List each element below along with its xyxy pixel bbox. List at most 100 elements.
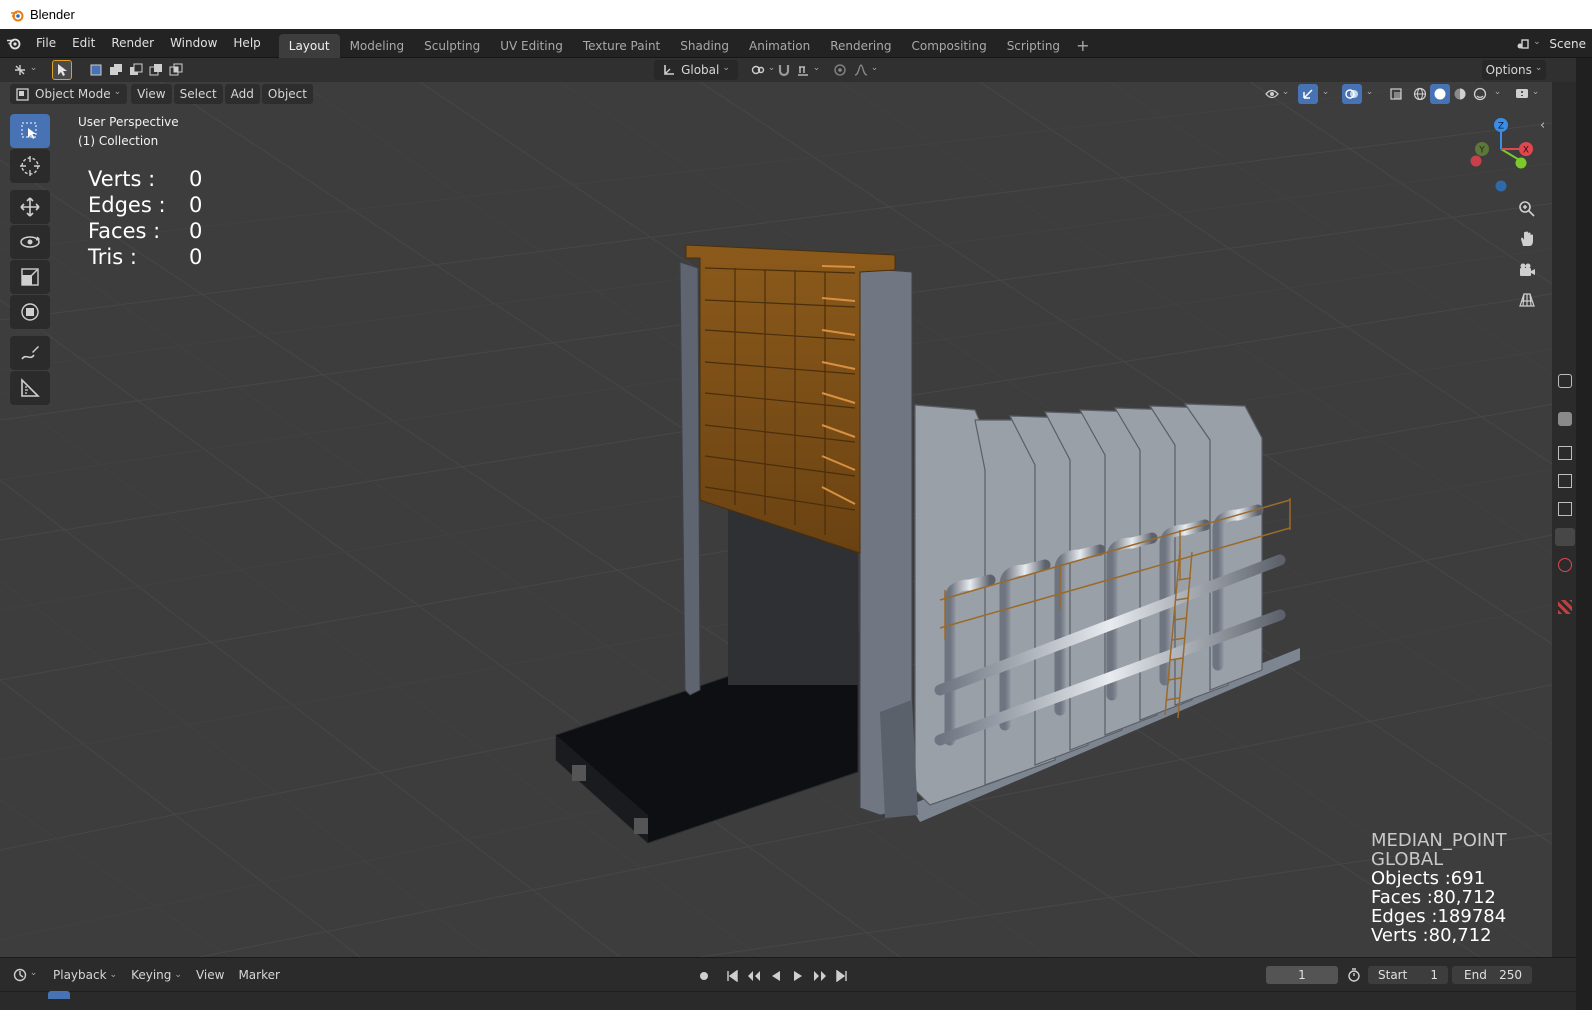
rotate-tool[interactable] [10,225,50,259]
sidebar-toggle-icon[interactable]: ‹ [1540,118,1545,133]
scene-icon[interactable] [1513,34,1543,54]
tab-modeling[interactable]: Modeling [340,34,415,58]
gizmo-dropdown[interactable] [1316,84,1332,104]
viewport-info-dropdown[interactable] [1512,84,1542,104]
tab-sculpting[interactable]: Sculpting [414,34,490,58]
start-frame-field[interactable]: Start 1 [1368,966,1448,984]
properties-tab-icon[interactable] [1558,374,1572,388]
shading-material-icon[interactable] [1450,84,1470,104]
select-subtract-icon[interactable] [126,60,146,80]
jump-end-icon[interactable] [832,966,852,986]
menu-render[interactable]: Render [103,32,162,54]
tab-uv-editing[interactable]: UV Editing [490,34,573,58]
timeline-editor-type-icon[interactable] [10,965,40,985]
end-frame-field[interactable]: End 250 [1452,966,1532,984]
camera-view-icon[interactable] [1514,257,1540,283]
xray-toggle-icon[interactable] [1386,84,1406,104]
shading-rendered-icon[interactable] [1470,84,1490,104]
faces-count: Faces :80,712 [1371,887,1496,908]
tab-animation[interactable]: Animation [739,34,820,58]
proportional-edit-icon[interactable] [830,60,850,80]
play-icon[interactable] [788,966,808,986]
properties-tab-icon[interactable] [1558,474,1572,488]
snap-toggle-icon[interactable] [774,60,794,80]
snap-target-dropdown[interactable] [794,60,822,80]
zoom-icon[interactable] [1514,196,1540,222]
viewport-menu-object[interactable]: Object [261,84,313,104]
menu-file[interactable]: File [28,32,64,54]
playhead-marker[interactable] [48,991,70,999]
current-frame-field[interactable]: 1 [1266,966,1338,984]
tab-shading[interactable]: Shading [670,34,739,58]
properties-tab-icon[interactable] [1558,600,1572,614]
menu-window[interactable]: Window [162,32,225,54]
pan-hand-icon[interactable] [1514,226,1540,252]
ortho-toggle-icon[interactable] [1514,287,1540,313]
preview-range-icon[interactable] [1344,965,1364,985]
properties-tab-icon[interactable] [1558,446,1572,460]
annotate-tool[interactable] [10,336,50,370]
tab-layout[interactable]: Layout [278,33,340,58]
select-new-icon[interactable] [86,60,106,80]
proportional-falloff-dropdown[interactable] [852,60,880,80]
play-reverse-icon[interactable] [766,966,786,986]
jump-start-icon[interactable] [722,966,742,986]
select-invert-icon[interactable] [146,60,166,80]
tab-compositing[interactable]: Compositing [901,34,996,58]
editor-type-icon[interactable] [10,60,40,80]
window-title: Blender [30,7,75,22]
tool-header: Global Options [0,58,1576,82]
3d-viewport[interactable] [0,82,1576,957]
end-label: End [1464,968,1487,982]
options-dropdown[interactable]: Options [1482,60,1546,80]
overlays-dropdown[interactable] [1360,84,1376,104]
axis-x-label: X [1523,146,1529,156]
properties-tab-icon[interactable] [1558,558,1572,572]
axis-neg-x-handle[interactable] [1470,155,1482,167]
shading-dropdown[interactable] [1488,84,1504,104]
timeline-menu-view[interactable]: View [189,968,231,982]
axis-neg-y-handle[interactable] [1515,157,1527,169]
viewport-menu-add[interactable]: Add [224,84,260,104]
viewport-scene[interactable] [0,82,1576,957]
navigation-gizmo[interactable]: Z X Y [1466,113,1536,193]
properties-tab-icon[interactable] [1558,502,1572,516]
measure-tool[interactable] [10,371,50,405]
axis-neg-z-handle[interactable] [1495,180,1507,192]
select-extend-icon[interactable] [106,60,126,80]
scene-name[interactable]: Scene [1549,37,1586,51]
shading-wireframe-icon[interactable] [1410,84,1430,104]
tab-scripting[interactable]: Scripting [997,34,1070,58]
cursor-tool[interactable] [10,149,50,183]
scale-tool[interactable] [10,260,50,294]
viewport-menu-select[interactable]: Select [173,84,223,104]
move-tool[interactable] [10,190,50,224]
tab-rendering[interactable]: Rendering [820,34,901,58]
options-label: Options [1485,63,1532,77]
visibility-dropdown[interactable] [1262,84,1292,104]
auto-keying-icon[interactable] [694,966,714,986]
transform-tool[interactable] [10,295,50,329]
properties-tab-icon[interactable] [1555,528,1575,546]
transform-orientation-dropdown[interactable]: Global [654,60,738,80]
timeline-menu-playback[interactable]: Playback [46,968,124,982]
gizmo-toggle-icon[interactable] [1298,84,1318,104]
properties-tab-icon[interactable] [1558,412,1572,426]
shading-solid-icon[interactable] [1430,84,1450,104]
overlays-toggle-icon[interactable] [1342,84,1362,104]
add-workspace-button[interactable]: + [1070,34,1095,58]
menu-edit[interactable]: Edit [64,32,103,54]
menu-help[interactable]: Help [225,32,268,54]
timeline-menu-marker[interactable]: Marker [231,968,286,982]
select-box-tool[interactable] [10,114,50,148]
timeline-ruler[interactable] [0,991,1576,1010]
mode-dropdown[interactable]: Object Mode [10,84,128,104]
viewport-menu-view[interactable]: View [131,84,172,104]
jump-next-keyframe-icon[interactable] [810,966,830,986]
select-tool-mode-icon[interactable] [52,60,72,80]
timeline-menu-keying[interactable]: Keying [124,968,189,982]
blender-menu-icon[interactable] [0,36,28,50]
select-intersect-icon[interactable] [166,60,186,80]
jump-prev-keyframe-icon[interactable] [744,966,764,986]
tab-texture-paint[interactable]: Texture Paint [573,34,670,58]
